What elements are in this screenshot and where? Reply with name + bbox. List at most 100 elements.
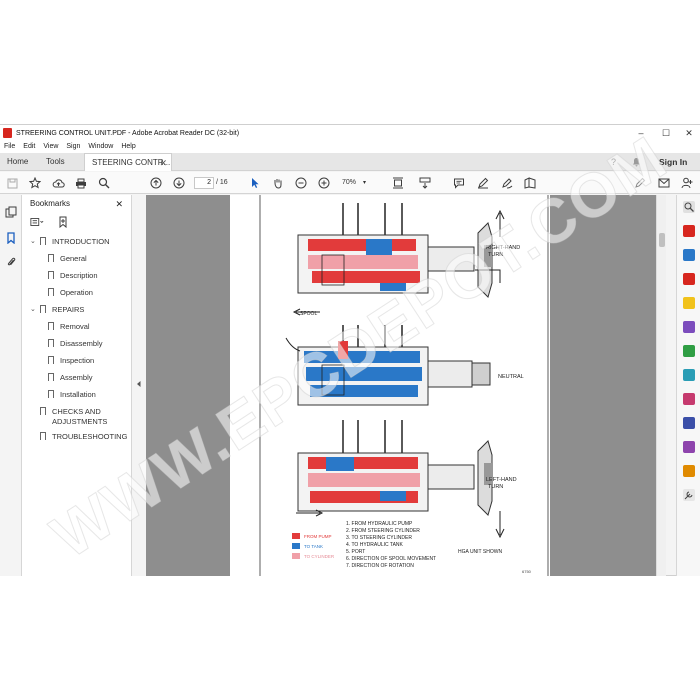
scan-ocr-icon[interactable] [683, 369, 695, 381]
zoom-level-select[interactable]: 70% ▾ [342, 177, 376, 189]
comment-tool-icon[interactable] [683, 297, 695, 309]
bookmark-installation[interactable]: Installation [48, 390, 96, 400]
create-pdf-icon[interactable] [683, 249, 695, 261]
bookmark-icon [40, 432, 46, 440]
valve-left-turn [296, 420, 505, 539]
tab-tools[interactable]: Tools [46, 153, 65, 171]
export-pdf-icon[interactable] [683, 225, 695, 237]
bookmark-icon [48, 390, 54, 398]
add-user-icon[interactable] [680, 176, 694, 190]
combine-files-icon[interactable] [683, 321, 695, 333]
organize-pages-icon[interactable] [683, 345, 695, 357]
page-number-input[interactable]: 2 [194, 177, 214, 189]
attachment-icon[interactable] [4, 255, 18, 269]
star-icon[interactable] [28, 176, 42, 190]
bookmark-description[interactable]: Description [48, 271, 98, 281]
menu-help[interactable]: Help [121, 141, 135, 153]
bookmark-label: REPAIRS [52, 305, 85, 314]
send-for-signature-icon[interactable] [683, 441, 695, 453]
sign-in-button[interactable]: Sign In [659, 153, 687, 171]
legend-label-cylinder: TO CYLINDER [304, 554, 335, 559]
right-tools-rail [676, 195, 700, 576]
vertical-scrollbar[interactable] [656, 195, 666, 576]
bookmark-panel-icon[interactable] [4, 231, 18, 245]
valve-right-turn [297, 203, 505, 298]
page-fit-icon[interactable] [391, 176, 405, 190]
cloud-upload-icon[interactable] [51, 176, 65, 190]
fill-sign-icon[interactable] [523, 176, 537, 190]
scroll-mode-icon[interactable] [418, 176, 432, 190]
bookmark-label: CHECKS AND [52, 407, 101, 416]
notifications-bell-icon[interactable] [632, 153, 641, 171]
menu-bar: File Edit View Sign Window Help [0, 141, 700, 153]
key-item: 4. TO HYDRAULIC TANK [346, 542, 404, 548]
save-icon[interactable] [5, 176, 19, 190]
print-icon[interactable] [74, 176, 88, 190]
edit-pdf-icon[interactable] [633, 176, 647, 190]
close-window-button[interactable]: ✕ [676, 125, 700, 141]
bookmark-inspection[interactable]: Inspection [48, 356, 94, 366]
bookmark-label: TROUBLESHOOTING [52, 432, 128, 441]
chevron-down-icon: ▾ [362, 180, 366, 186]
tab-close-icon[interactable]: ✕ [159, 154, 167, 172]
new-bookmark-icon[interactable] [56, 215, 70, 229]
next-page-icon[interactable] [172, 176, 186, 190]
select-cursor-icon[interactable] [248, 176, 262, 190]
page-total: / 16 [216, 179, 228, 186]
fill-sign-tool-icon[interactable] [683, 393, 695, 405]
highlight-pen-icon[interactable] [476, 176, 490, 190]
page-thumbnails-icon[interactable] [4, 205, 18, 219]
tab-home[interactable]: Home [7, 153, 28, 171]
menu-sign[interactable]: Sign [66, 141, 80, 153]
bookmark-operation[interactable]: Operation [48, 288, 93, 298]
help-icon[interactable]: ? [611, 153, 616, 171]
spool-label: SPOOL [300, 311, 317, 317]
zoom-in-icon[interactable] [317, 176, 331, 190]
scrollbar-thumb[interactable] [659, 233, 665, 247]
zoom-out-icon[interactable] [294, 176, 308, 190]
comment-icon[interactable] [452, 176, 466, 190]
panel-splitter[interactable] [132, 195, 146, 576]
search-icon[interactable] [97, 176, 111, 190]
bookmark-assembly[interactable]: Assembly [48, 373, 93, 383]
hand-tool-icon[interactable] [271, 176, 285, 190]
close-panel-icon[interactable]: ✕ [115, 195, 123, 213]
more-tools-icon[interactable] [683, 489, 695, 501]
chevron-down-icon[interactable]: ⌄ [30, 237, 36, 247]
bookmark-introduction[interactable]: ⌄ INTRODUCTION [30, 237, 110, 247]
bookmark-troubleshooting[interactable]: TROUBLESHOOTING [40, 432, 127, 442]
tab-document[interactable]: STEERING CONTR... ✕ [84, 153, 172, 171]
hydraulic-diagram: RIGHT-HAND TURN NEUTRAL LEFT-HAND TURN S… [259, 195, 549, 576]
bookmark-removal[interactable]: Removal [48, 322, 90, 332]
bookmark-options-icon[interactable] [30, 215, 44, 229]
main-toolbar: 2 / 16 70% ▾ [0, 172, 700, 194]
search-tools-icon[interactable] [683, 201, 695, 213]
legend-label-tank: TO TANK [304, 544, 323, 549]
document-viewer[interactable]: RIGHT-HAND TURN NEUTRAL LEFT-HAND TURN S… [146, 195, 656, 576]
email-icon[interactable] [657, 176, 671, 190]
bookmark-repairs[interactable]: ⌄ REPAIRS [30, 305, 85, 315]
minimize-button[interactable]: – [628, 125, 654, 141]
menu-view[interactable]: View [43, 141, 58, 153]
bookmark-checks-adjustments[interactable]: CHECKS AND ADJUSTMENTS [40, 407, 107, 427]
menu-edit[interactable]: Edit [23, 141, 35, 153]
menu-window[interactable]: Window [88, 141, 113, 153]
key-item: 6. DIRECTION OF SPOOL MOVEMENT [346, 556, 436, 562]
bookmark-icon [40, 407, 46, 415]
menu-file[interactable]: File [4, 141, 15, 153]
bookmark-icon [48, 254, 54, 262]
bookmark-icon [48, 339, 54, 347]
bookmark-icon [40, 237, 46, 245]
draw-icon[interactable] [500, 176, 514, 190]
edit-pdf-tool-icon[interactable] [683, 273, 695, 285]
bookmark-disassembly[interactable]: Disassembly [48, 339, 103, 349]
legend-swatch-tank [292, 543, 300, 549]
bookmark-general[interactable]: General [48, 254, 87, 264]
rich-media-icon[interactable] [683, 465, 695, 477]
protect-icon[interactable] [683, 417, 695, 429]
bookmark-label: Inspection [60, 356, 95, 365]
chevron-down-icon[interactable]: ⌄ [30, 305, 36, 315]
bookmark-label: Assembly [60, 373, 93, 382]
bookmarks-title: Bookmarks [30, 199, 71, 208]
previous-page-icon[interactable] [149, 176, 163, 190]
